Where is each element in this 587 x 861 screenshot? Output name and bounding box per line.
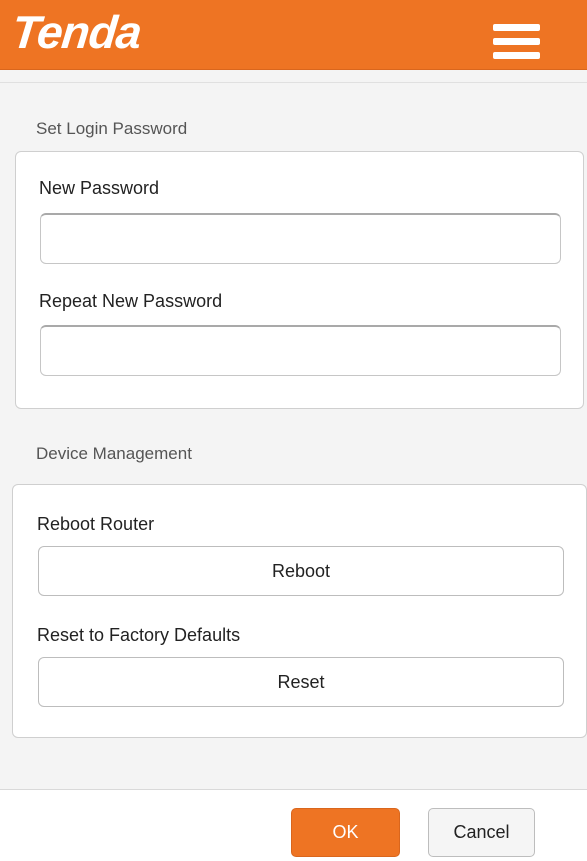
reboot-button[interactable]: Reboot	[38, 546, 564, 596]
settings-content: Set Login Password New Password Repeat N…	[0, 70, 587, 790]
new-password-label: New Password	[39, 178, 160, 198]
login-password-section-title: Set Login Password	[36, 119, 188, 138]
repeat-password-label: Repeat New Password	[39, 291, 223, 311]
device-management-section-title: Device Management	[36, 444, 192, 463]
reset-button[interactable]: Reset	[38, 657, 564, 707]
top-bar: Tenda	[0, 0, 587, 70]
new-password-input[interactable]	[40, 213, 561, 264]
menu-bar-line	[493, 24, 540, 31]
repeat-password-input[interactable]	[40, 325, 561, 376]
footer-bar: OK Cancel	[0, 789, 587, 861]
device-management-panel: Reboot Router Reboot Reset to Factory De…	[12, 484, 587, 738]
hamburger-menu-icon[interactable]	[493, 24, 540, 60]
tenda-logo: Tenda	[9, 6, 144, 58]
login-password-panel: New Password Repeat New Password	[15, 151, 584, 409]
reboot-router-label: Reboot Router	[37, 514, 155, 534]
menu-bar-line	[493, 52, 540, 59]
divider	[0, 82, 587, 83]
cancel-button[interactable]: Cancel	[428, 808, 535, 857]
reset-factory-label: Reset to Factory Defaults	[37, 625, 241, 645]
ok-button[interactable]: OK	[291, 808, 400, 857]
menu-bar-line	[493, 38, 540, 45]
